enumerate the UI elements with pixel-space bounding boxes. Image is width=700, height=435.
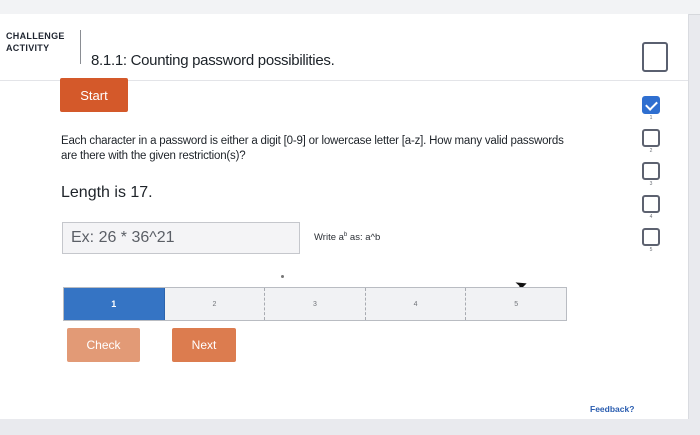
feedback-link[interactable]: Feedback? [590,404,634,414]
progress-step-2: 2 [165,288,266,320]
level-3-number: 3 [649,181,653,187]
browser-top-strip [0,0,700,15]
hint-prefix: Write a [314,232,344,244]
start-button[interactable]: Start [60,78,128,112]
progress-bar: 1 2 3 4 5 [63,287,567,321]
challenge-activity-label: CHALLENGE ACTIVITY [6,30,65,54]
stray-dot [281,275,284,278]
exponent-hint: Write ab as: a^b [314,232,380,243]
activity-title: 8.1.1: Counting password possibilities. [91,52,335,69]
question-text: Each character in a password is either a… [61,135,564,162]
progress-step-4: 4 [366,288,467,320]
restriction-text: Length is 17. [61,184,153,201]
level-5-number: 5 [649,247,653,253]
progress-step-3: 3 [265,288,366,320]
level-1-number: 1 [649,115,653,121]
level-2-checkbox-icon[interactable] [642,129,660,147]
header-divider [80,30,81,64]
activity-header: CHALLENGE ACTIVITY 8.1.1: Counting passw… [0,14,688,81]
answer-input[interactable] [62,222,300,254]
completion-checkbox-icon [642,42,668,72]
challenge-label-line2: ACTIVITY [6,43,50,53]
hint-suffix: as: a^b [347,232,381,244]
level-3-checkbox-icon[interactable] [642,162,660,180]
progress-step-5: 5 [514,300,519,308]
level-2-number: 2 [649,148,653,154]
level-4-number: 4 [649,214,653,220]
next-button[interactable]: Next [172,328,236,362]
level-indicator: 1 2 3 4 5 [638,96,668,261]
progress-step-1[interactable]: 1 [64,288,165,320]
level-1-checkbox-icon[interactable] [642,96,660,114]
level-5-checkbox-icon[interactable] [642,228,660,246]
level-4-checkbox-icon[interactable] [642,195,660,213]
check-button[interactable]: Check [67,328,140,362]
challenge-label-line1: CHALLENGE [6,31,65,41]
